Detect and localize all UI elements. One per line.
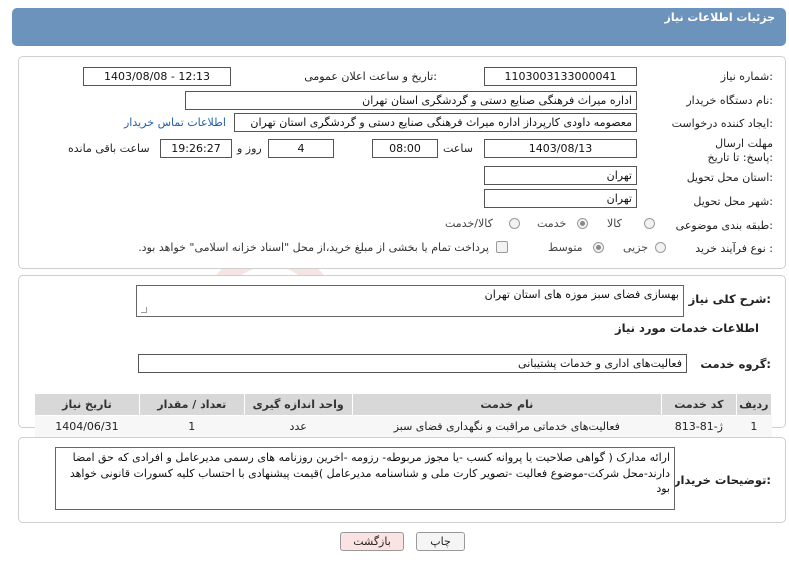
delivery-city-field: تهران (484, 189, 637, 208)
print-button[interactable]: چاپ (416, 532, 465, 551)
announce-datetime-field: 1403/08/08 - 12:13 (83, 67, 231, 86)
deadline-label: مهلت ارسال پاسخ: تا تاریخ: (707, 137, 773, 164)
summary-text: بهسازی فضای سبز موزه های استان تهران (484, 288, 679, 301)
table-row: 1 ژ-81-813 فعالیت‌های خدماتی مراقبت و نگ… (34, 415, 772, 438)
summary-label: شرح کلی نیاز: (688, 292, 771, 306)
column-header-unit: واحد اندازه گیری (243, 393, 353, 416)
buyer-notes-label: توضیحات خریدار: (673, 473, 771, 487)
cell-need-date: 1404/06/31 (34, 415, 140, 438)
delivery-city-label: شهر محل تحویل: (693, 195, 773, 208)
days-remaining-field: 4 (268, 139, 334, 158)
delivery-province-label: استان محل تحویل: (686, 171, 773, 184)
deadline-time-field: 08:00 (372, 139, 438, 158)
cell-quantity: 1 (139, 415, 245, 438)
purchase-type-label: نوع فرآیند خرید : (695, 242, 773, 255)
buyer-contact-link[interactable]: اطلاعات تماس خریدار (124, 116, 226, 129)
category-label: طبقه بندی موضوعی: (675, 219, 773, 232)
buyer-org-field: اداره میراث فرهنگی صنایع دستی و گردشگری … (185, 91, 637, 110)
need-number-field: 1103003133000041 (484, 67, 637, 86)
deadline-time-label: ساعت (443, 142, 473, 155)
need-info-panel (18, 56, 786, 269)
category-service-radio[interactable] (577, 218, 588, 229)
category-service-label: خدمت (537, 217, 567, 230)
page-title: جزئیات اطلاعات نیاز (664, 11, 776, 24)
need-number-label: شماره نیاز: (720, 70, 773, 83)
requester-field: معصومه داودی کارپرداز اداره میراث فرهنگی… (234, 113, 637, 132)
announce-datetime-label: تاریخ و ساعت اعلان عمومی: (304, 70, 437, 83)
services-section-title: اطلاعات خدمات مورد نیاز (615, 321, 759, 335)
deadline-date-field: 1403/08/13 (484, 139, 637, 158)
service-group-label: گروه خدمت: (700, 357, 771, 371)
category-goods-label: کالا (607, 217, 622, 230)
buyer-notes-textarea[interactable]: ارائه مدارک ( گواهی صلاحیت یا پروانه کسب… (55, 447, 675, 510)
summary-textarea[interactable]: بهسازی فضای سبز موزه های استان تهران (136, 285, 684, 317)
column-header-service-name: نام خدمت (351, 393, 662, 416)
table-header-row: ردیف کد خدمت نام خدمت واحد اندازه گیری ت… (34, 393, 773, 416)
category-goods-service-radio[interactable] (509, 218, 520, 229)
purchase-minor-radio[interactable] (655, 242, 666, 253)
cell-row-number: 1 (736, 415, 772, 438)
cell-service-name: فعالیت‌های خدماتی مراقبت و نگهداری فضای … (352, 415, 662, 438)
buyer-notes-text: ارائه مدارک ( گواهی صلاحیت یا پروانه کسب… (69, 451, 670, 495)
category-goods-service-label: کالا/خدمت (445, 217, 493, 230)
treasury-payment-checkbox[interactable] (496, 241, 508, 253)
cell-service-code: ژ-81-813 (661, 415, 737, 438)
buyer-org-label: نام دستگاه خریدار: (686, 94, 773, 107)
services-table: ردیف کد خدمت نام خدمت واحد اندازه گیری ت… (34, 393, 773, 438)
back-button[interactable]: بازگشت (340, 532, 404, 551)
category-goods-radio[interactable] (644, 218, 655, 229)
resize-grip-icon[interactable] (141, 307, 147, 313)
column-header-need-date: تاریخ نیاز (34, 393, 140, 416)
treasury-payment-note: پرداخت تمام یا بخشی از مبلغ خرید،از محل … (138, 241, 489, 254)
time-remaining-field: 19:26:27 (160, 139, 232, 158)
days-label: روز و (237, 142, 262, 155)
purchase-minor-label: جزیی (623, 241, 649, 254)
service-group-field: فعالیت‌های اداری و خدمات پشتیبانی (138, 354, 687, 373)
time-remaining-label: ساعت باقی مانده (68, 142, 150, 155)
delivery-province-field: تهران (484, 166, 637, 185)
requester-label: ایجاد کننده درخواست: (671, 117, 773, 130)
purchase-medium-radio[interactable] (593, 242, 604, 253)
cell-unit: عدد (244, 415, 353, 438)
purchase-medium-label: متوسط (548, 241, 583, 254)
column-header-service-code: کد خدمت (660, 393, 737, 416)
column-header-quantity: تعداد / مقدار (138, 393, 245, 416)
column-header-row-number: ردیف (735, 393, 773, 416)
